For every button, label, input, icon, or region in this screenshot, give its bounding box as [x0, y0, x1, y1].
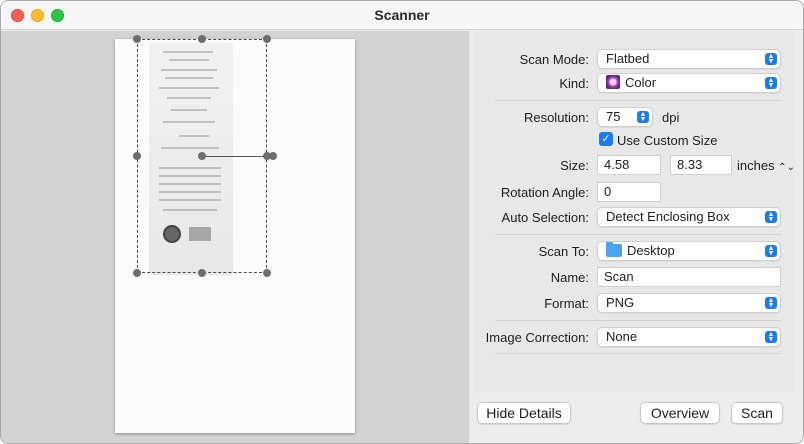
overview-button[interactable]: Overview [640, 402, 720, 424]
popup-chevron-icon: ▲ ▼ [765, 211, 777, 223]
scan-to-value: Desktop [627, 243, 675, 258]
auto-selection-value: Detect Enclosing Box [606, 209, 730, 224]
resolution-unit: dpi [662, 110, 680, 125]
selection-handle-top[interactable] [198, 35, 206, 43]
selection-handle-bottom[interactable] [198, 269, 206, 277]
stepper-chevron-icon: ⌃⌄ [778, 162, 795, 173]
format-popup[interactable]: PNG ▲ ▼ [597, 293, 781, 313]
use-custom-size-label[interactable]: Use Custom Size [617, 133, 717, 148]
size-unit-value: inches [737, 158, 775, 173]
popup-chevron-icon: ▲ ▼ [765, 77, 777, 89]
kind-value: Color [625, 75, 657, 90]
auto-selection-row: Auto Selection: Detect Enclosing Box ▲ ▼ [475, 207, 795, 227]
selection-handle-top-left[interactable] [133, 35, 141, 43]
resolution-value: 75 [606, 109, 621, 124]
image-correction-value: None [606, 329, 638, 344]
resolution-popup[interactable]: 75 ▲ ▼ [597, 107, 653, 127]
scan-to-label: Scan To: [538, 244, 589, 259]
scan-mode-value: Flatbed [606, 51, 650, 66]
kind-popup[interactable]: Color ▲ ▼ [597, 73, 781, 93]
selection-handle-top-right[interactable] [263, 35, 271, 43]
popup-chevron-icon: ▲ ▼ [765, 245, 777, 257]
use-custom-size-checkbox[interactable]: ✓ [599, 132, 613, 146]
image-correction-row: Image Correction: None ▲ ▼ [475, 327, 795, 347]
name-row: Name: Scan [475, 267, 795, 287]
rotation-angle-label: Rotation Angle: [500, 185, 589, 200]
separator [495, 353, 781, 354]
separator [495, 100, 781, 101]
rotation-row: Rotation Angle: 0 [475, 182, 795, 202]
popup-chevron-icon: ▲ ▼ [765, 53, 777, 65]
size-unit-popup[interactable]: inches ⌃⌄ [737, 158, 795, 173]
auto-selection-popup[interactable]: Detect Enclosing Box ▲ ▼ [597, 207, 781, 227]
scan-to-popup[interactable]: Desktop ▲ ▼ [597, 241, 781, 261]
custom-size-row: ✓ Use Custom Size [475, 130, 795, 150]
window-title: Scanner [374, 7, 430, 23]
image-correction-label: Image Correction: [485, 330, 589, 345]
scan-to-row: Scan To: Desktop ▲ ▼ [475, 241, 795, 261]
folder-icon [606, 242, 622, 257]
rotation-handle-line [202, 156, 266, 157]
scan-button[interactable]: Scan [731, 402, 783, 424]
scanner-window: Scanner Scan Mode: Flatbed ▲ ▼ Kind: Col… [0, 0, 804, 444]
name-label: Name: [550, 270, 589, 285]
format-value: PNG [606, 295, 635, 310]
format-row: Format: PNG ▲ ▼ [475, 293, 795, 313]
size-height-field[interactable]: 8.33 [670, 155, 732, 175]
size-width-field[interactable]: 4.58 [597, 155, 661, 175]
popup-chevron-icon: ▲ ▼ [765, 331, 777, 343]
color-kind-icon [606, 75, 620, 89]
size-row: Size: 4.58 8.33 inches ⌃⌄ [475, 155, 795, 175]
rotation-angle-field[interactable]: 0 [597, 182, 661, 202]
format-label: Format: [544, 296, 589, 311]
scan-preview-area[interactable] [1, 31, 469, 443]
file-name-field[interactable]: Scan [597, 267, 781, 287]
selection-handle-center[interactable] [198, 152, 206, 160]
auto-selection-label: Auto Selection: [501, 210, 589, 225]
image-correction-popup[interactable]: None ▲ ▼ [597, 327, 781, 347]
title-bar: Scanner [1, 1, 803, 30]
scan-mode-row: Scan Mode: Flatbed ▲ ▼ [475, 49, 795, 69]
resolution-label: Resolution: [523, 110, 589, 125]
kind-row: Kind: Color ▲ ▼ [475, 73, 795, 93]
separator [495, 320, 781, 321]
resolution-row: Resolution: 75 ▲ ▼ dpi [475, 107, 795, 127]
selection-handle-left[interactable] [133, 152, 141, 160]
popup-chevron-icon: ▲ ▼ [637, 111, 649, 123]
separator [495, 234, 781, 235]
hide-details-button[interactable]: Hide Details [477, 402, 571, 424]
size-label: Size: [560, 158, 589, 173]
scan-details-panel: Scan Mode: Flatbed ▲ ▼ Kind: Color ▲ ▼ Res… [475, 31, 795, 393]
rotation-handle[interactable] [269, 152, 277, 160]
popup-chevron-icon: ▲ ▼ [765, 297, 777, 309]
scan-mode-popup[interactable]: Flatbed ▲ ▼ [597, 49, 781, 69]
selection-handle-bottom-right[interactable] [263, 269, 271, 277]
kind-label: Kind: [559, 76, 589, 91]
scan-mode-label: Scan Mode: [519, 52, 589, 67]
selection-handle-bottom-left[interactable] [133, 269, 141, 277]
